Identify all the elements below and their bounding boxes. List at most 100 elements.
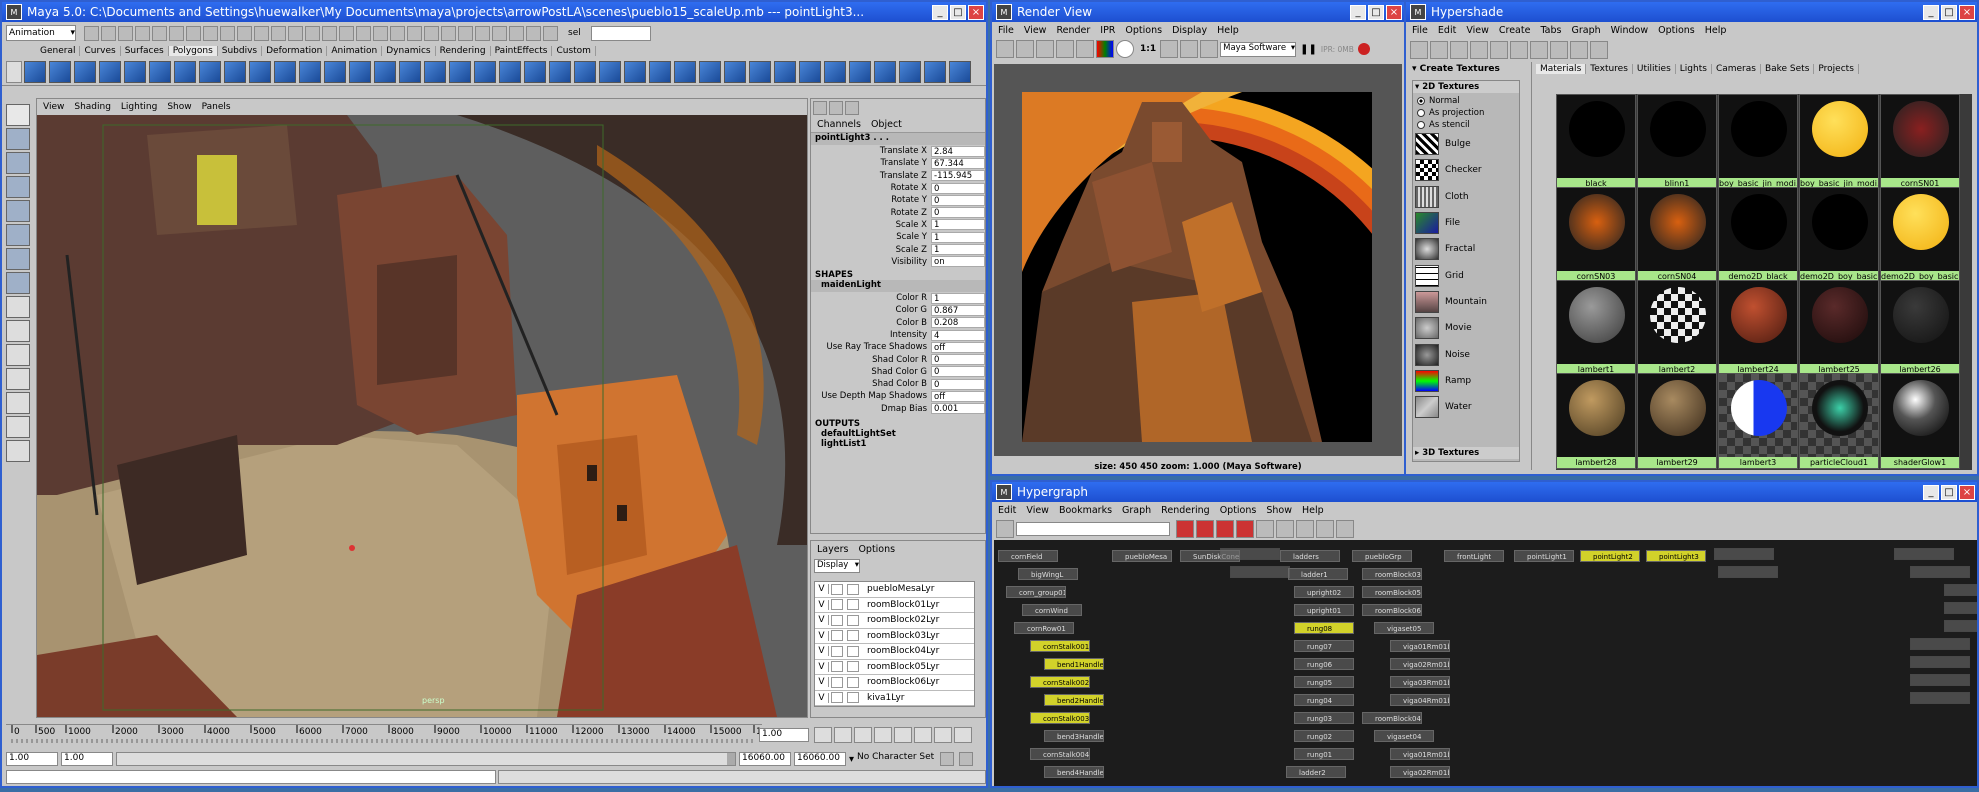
channel-value-field[interactable]: 1 (931, 231, 985, 243)
hypershade-tool-icon[interactable] (1530, 41, 1548, 59)
status-line-icon[interactable] (135, 25, 150, 41)
hypergraph-node[interactable] (1910, 566, 1970, 578)
maximize-button[interactable]: □ (950, 4, 966, 20)
close-button[interactable]: × (1386, 4, 1402, 20)
hypergraph-node[interactable]: roomBlock05 (1362, 586, 1422, 598)
layer-visibility-toggle[interactable]: V (815, 599, 829, 610)
layer-visibility-toggle[interactable]: V (815, 615, 829, 626)
close-button[interactable]: × (1959, 484, 1975, 500)
layout-icon[interactable] (6, 344, 30, 366)
layer-visibility-toggle[interactable]: V (815, 692, 829, 703)
polygon-tool-icon[interactable] (399, 60, 421, 83)
redo-render-icon[interactable] (1036, 40, 1054, 58)
layer-template-toggle[interactable] (831, 630, 843, 642)
texture-mode-radio[interactable]: As projection (1417, 107, 1519, 119)
alpha-channel-icon[interactable] (1116, 40, 1134, 58)
material-swatch[interactable]: lambert25 (1799, 280, 1879, 376)
hypergraph-node[interactable]: vigaset05 (1374, 622, 1434, 634)
status-line-icon[interactable] (509, 25, 524, 41)
status-line-icon[interactable] (186, 25, 201, 41)
layer-row[interactable]: VroomBlock05Lyr (815, 659, 974, 675)
hypergraph-node[interactable]: bend4Handle (1044, 766, 1104, 778)
polygon-tool-icon[interactable] (599, 60, 621, 83)
hypershade-tab[interactable]: Bake Sets (1761, 64, 1815, 74)
hypergraph-menu-view[interactable]: View (1026, 505, 1049, 516)
hypergraph-node[interactable] (1894, 548, 1954, 560)
status-line-icon[interactable] (101, 25, 116, 41)
status-line-icon[interactable] (322, 25, 337, 41)
status-line-icon[interactable] (424, 25, 439, 41)
quick-select-field[interactable] (590, 25, 651, 41)
material-swatch[interactable]: cornSN03 (1556, 187, 1636, 283)
shape-name[interactable]: maidenLight (811, 279, 985, 292)
polygon-tool-icon[interactable] (224, 60, 246, 83)
hypershade-tool-icon[interactable] (1430, 41, 1448, 59)
shelf-tab[interactable]: Dynamics (382, 46, 436, 56)
hypershade-menu-create[interactable]: Create (1499, 25, 1531, 36)
layer-row[interactable]: VroomBlock03Lyr (815, 628, 974, 644)
hypergraph-node[interactable]: roomBlock04 (1362, 712, 1422, 724)
render-view-menu-options[interactable]: Options (1125, 25, 1162, 36)
polygon-tool-icon[interactable] (549, 60, 571, 83)
hypershade-menu-tabs[interactable]: Tabs (1540, 25, 1561, 36)
status-line-icon[interactable] (84, 25, 99, 41)
polygon-tool-icon[interactable] (824, 60, 846, 83)
layout-icon[interactable] (6, 392, 30, 414)
ipr-render-icon[interactable] (1016, 40, 1034, 58)
texture-type-grid[interactable]: Grid (1415, 262, 1519, 288)
channel-value-field[interactable]: 0.001 (931, 403, 985, 415)
status-line-icon[interactable] (526, 25, 541, 41)
channel-value-field[interactable]: 1 (931, 219, 985, 231)
texture-mode-radio[interactable]: As stencil (1417, 119, 1519, 131)
anim-prefs-icon[interactable] (959, 752, 974, 766)
hypershade-tool-icon[interactable] (1490, 41, 1508, 59)
layer-template-toggle[interactable] (831, 676, 843, 688)
time-slider[interactable]: 0 500 1000 2000 3000 4000 5000 6000 7000 8000 9000… (6, 724, 762, 748)
frame-all-icon[interactable] (1196, 520, 1214, 538)
hypergraph-node[interactable] (1944, 620, 1977, 632)
layout-icon[interactable] (6, 440, 30, 462)
section-3d-header[interactable]: ▸ 3D Textures (1413, 447, 1519, 459)
shelf-tab[interactable]: Deformation (262, 46, 328, 56)
range-end2-field[interactable]: 16060.00 (794, 752, 846, 766)
texture-type-ramp[interactable]: Ramp (1415, 368, 1519, 394)
material-swatch[interactable]: boy_basic_jin_modi... (1799, 94, 1879, 190)
node-name-header[interactable]: pointLight3 . . . (811, 133, 985, 145)
status-line-icon[interactable] (220, 25, 235, 41)
material-swatch[interactable]: lambert1 (1556, 280, 1636, 376)
pause-icon[interactable]: ❚❚ (1300, 44, 1317, 55)
shelf-tab[interactable]: Surfaces (121, 46, 169, 56)
hypergraph-node[interactable]: bend3Handle (1044, 730, 1104, 742)
hypergraph-menu-bookmarks[interactable]: Bookmarks (1059, 505, 1112, 516)
hypershade-tool-icon[interactable] (1590, 41, 1608, 59)
hypergraph-node[interactable] (1714, 548, 1774, 560)
layer-row[interactable]: VroomBlock04Lyr (815, 644, 974, 660)
polygon-tool-icon[interactable] (49, 60, 71, 83)
polygon-tool-icon[interactable] (699, 60, 721, 83)
channel-value-field[interactable]: 0.867 (931, 304, 985, 316)
bookmark-field[interactable] (1016, 522, 1170, 536)
hypershade-tab[interactable]: Cameras (1712, 64, 1761, 74)
output-default-light-set[interactable]: defaultLightSet (811, 429, 985, 439)
hypergraph-menu-show[interactable]: Show (1266, 505, 1292, 516)
status-line-icon[interactable] (237, 25, 252, 41)
hypergraph-node[interactable]: cornField (998, 550, 1058, 562)
layer-color-swatch[interactable] (847, 599, 859, 611)
play-forward-icon[interactable] (894, 727, 912, 743)
channel-value-field[interactable]: 1 (931, 244, 985, 256)
status-line-icon[interactable] (492, 25, 507, 41)
channel-value-field[interactable]: 0.208 (931, 317, 985, 329)
channel-value-field[interactable]: 0 (931, 182, 985, 194)
viewport-menu-lighting[interactable]: Lighting (121, 102, 157, 112)
material-swatch[interactable]: boy_basic_jin_modi... (1718, 94, 1798, 190)
hypergraph-node[interactable] (1910, 692, 1970, 704)
layout-icon[interactable] (6, 368, 30, 390)
minimize-button[interactable]: _ (1923, 4, 1939, 20)
camera-icon[interactable] (1200, 40, 1219, 58)
range-end-field[interactable]: 16060.00 (739, 752, 791, 766)
hypergraph-node[interactable]: pointLight3 (1646, 550, 1706, 562)
hypershade-tab[interactable]: Utilities (1633, 64, 1676, 74)
layer-row[interactable]: VroomBlock01Lyr (815, 597, 974, 613)
render-view-menu-help[interactable]: Help (1217, 25, 1239, 36)
hypergraph-node[interactable]: pointLight2 (1580, 550, 1640, 562)
